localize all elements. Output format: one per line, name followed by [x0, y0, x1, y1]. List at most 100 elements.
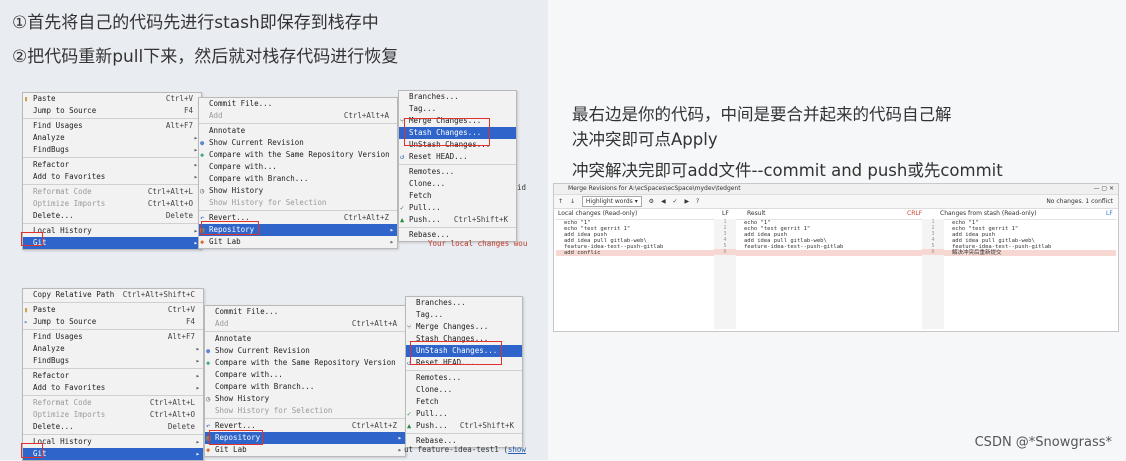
- menu-item[interactable]: ▮ Paste Ctrl+V: [23, 304, 203, 316]
- menu-item[interactable]: ▲ Push... Ctrl+Shift+K: [406, 420, 522, 432]
- menu-item[interactable]: Stash Changes...: [406, 333, 522, 345]
- menu-item[interactable]: Add Ctrl+Alt+A: [199, 110, 397, 122]
- menu-item[interactable]: ◆ Git Lab ▸: [205, 444, 405, 456]
- menu-item[interactable]: Delete... Delete: [23, 210, 201, 222]
- menu-item[interactable]: ▤ Repository ▸: [205, 432, 405, 444]
- menu-item[interactable]: ↶ Revert... Ctrl+Alt+Z: [199, 212, 397, 224]
- menu-item[interactable]: ↺ Reset HEAD...: [406, 357, 522, 369]
- menu-item[interactable]: ▸ Jump to Source F4: [23, 316, 203, 328]
- menu-item[interactable]: Optimize Imports Ctrl+Alt+O: [23, 409, 203, 421]
- menu-item[interactable]: ● Show Current Revision: [205, 345, 405, 357]
- menu-item[interactable]: ↺ Reset HEAD...: [399, 151, 516, 163]
- accept-left-icon[interactable]: ◀: [661, 195, 666, 208]
- menu-item[interactable]: ◆ Git Lab ▸: [199, 236, 397, 248]
- menu-item[interactable]: Annotate: [199, 125, 397, 137]
- menu-item[interactable]: Remotes...: [406, 372, 522, 384]
- menu-item-label: Compare with...: [215, 370, 283, 379]
- menu-item[interactable]: Compare with Branch...: [205, 381, 405, 393]
- menu-item[interactable]: ✓ Pull...: [399, 202, 516, 214]
- menu-item[interactable]: Annotate: [205, 333, 405, 345]
- menu-item[interactable]: Branches...: [406, 297, 522, 309]
- menu-item[interactable]: Analyze ▸: [23, 132, 201, 144]
- menu-item[interactable]: Commit File...: [199, 98, 397, 110]
- right-gutter: 123456: [922, 219, 944, 329]
- prev-diff-icon[interactable]: ↑: [558, 195, 563, 208]
- menu-item[interactable]: Tag...: [406, 309, 522, 321]
- menu-item[interactable]: Clone...: [406, 384, 522, 396]
- menu-item-label: FindBugs: [33, 356, 70, 365]
- menu-item-label: Stash Changes...: [416, 334, 489, 343]
- menu-item-label: Merge Changes...: [409, 116, 482, 125]
- menu-item[interactable]: Analyze ▸: [23, 343, 203, 355]
- merge-title: Merge Revisions for A:\ecSpaces\ecSpace\…: [568, 185, 741, 192]
- menu-item[interactable]: Refactor ▸: [23, 159, 201, 171]
- menu-item[interactable]: Delete... Delete: [23, 421, 203, 433]
- menu-item[interactable]: ● Show Current Revision: [199, 137, 397, 149]
- menu-item[interactable]: Tag...: [399, 103, 516, 115]
- menu-item[interactable]: ◆ Compare with the Same Repository Versio…: [205, 357, 405, 369]
- menu-item[interactable]: Git ▸: [23, 448, 203, 460]
- menu-item[interactable]: Compare with...: [199, 161, 397, 173]
- menu-item[interactable]: Local History ▸: [23, 436, 203, 448]
- menu-item[interactable]: Remotes...: [399, 166, 516, 178]
- menu-item[interactable]: ▮ Paste Ctrl+V: [23, 93, 201, 105]
- menu-item-label: Remotes...: [416, 373, 462, 382]
- help-icon[interactable]: ?: [696, 195, 699, 208]
- menu-item[interactable]: ◷ Show History: [199, 185, 397, 197]
- menu-item[interactable]: Stash Changes...: [399, 127, 516, 139]
- menu-item[interactable]: ⑂ Merge Changes...: [406, 321, 522, 333]
- menu-item[interactable]: UnStash Changes...: [406, 345, 522, 357]
- menu-item[interactable]: Add Ctrl+Alt+A: [205, 318, 405, 330]
- menu-item[interactable]: ✓ Pull...: [406, 408, 522, 420]
- menu-item[interactable]: UnStash Changes...: [399, 139, 516, 151]
- menu-item[interactable]: Show History for Selection: [205, 405, 405, 417]
- center-pane[interactable]: echo "1" echo "test gerrit 1" add idea pus…: [736, 219, 922, 330]
- menu-item-shortcut: Ctrl+Alt+Z: [343, 213, 389, 222]
- menu-item[interactable]: FindBugs ▸: [23, 144, 201, 156]
- menu-item[interactable]: Find Usages Alt+F7: [23, 120, 201, 132]
- revert-icon: ↶: [200, 214, 205, 222]
- menu-item[interactable]: Local History ▸: [23, 225, 201, 237]
- menu-item[interactable]: Add to Favorites ▸: [23, 171, 201, 183]
- menu-item[interactable]: ⑂ Merge Changes...: [399, 115, 516, 127]
- menu-item[interactable]: Commit File...: [205, 306, 405, 318]
- menu-item-label: Optimize Imports: [33, 410, 106, 419]
- menu-item[interactable]: Branches...: [399, 91, 516, 103]
- menu-item[interactable]: ◷ Show History: [205, 393, 405, 405]
- next-diff-icon[interactable]: ↓: [570, 195, 575, 208]
- menu-item[interactable]: ↶ Revert... Ctrl+Alt+Z: [205, 420, 405, 432]
- menu-item-label: Reset HEAD...: [416, 358, 475, 367]
- menu-item-shortcut: Alt+F7: [167, 332, 195, 341]
- menu-item[interactable]: ◆ Compare with the Same Repository Versio…: [199, 149, 397, 161]
- menu-item[interactable]: Copy Relative Path Ctrl+Alt+Shift+C: [23, 289, 203, 301]
- menu-item[interactable]: FindBugs ▸: [23, 355, 203, 367]
- window-controls[interactable]: — ▢ ✕: [1093, 184, 1114, 194]
- menu-item[interactable]: Optimize Imports Ctrl+Alt+O: [23, 198, 201, 210]
- apply-icon[interactable]: ✓: [672, 195, 677, 208]
- menu-item-label: Show Current Revision: [209, 138, 304, 147]
- menu-item[interactable]: ▲ Push... Ctrl+Shift+K: [399, 214, 516, 226]
- settings-icon[interactable]: ⚙: [649, 195, 654, 208]
- menu-item[interactable]: Reformat Code Ctrl+Alt+L: [23, 397, 203, 409]
- show-link[interactable]: show: [508, 445, 526, 454]
- menu-item[interactable]: Show History for Selection: [199, 197, 397, 209]
- menu-item[interactable]: Fetch: [406, 396, 522, 408]
- menu-item[interactable]: Compare with Branch...: [199, 173, 397, 185]
- right-pane-header: Changes from stash (Read-only): [940, 210, 1037, 217]
- accept-right-icon[interactable]: ▶: [684, 195, 689, 208]
- menu-item[interactable]: Compare with...: [205, 369, 405, 381]
- menu-item[interactable]: Add to Favorites ▸: [23, 382, 203, 394]
- menu-item[interactable]: Jump to Source F4: [23, 105, 201, 117]
- menu-item[interactable]: Reformat Code Ctrl+Alt+L: [23, 186, 201, 198]
- menu-item[interactable]: Clone...: [399, 178, 516, 190]
- highlight-words-select[interactable]: Highlight words ▾: [581, 196, 642, 207]
- menu-item[interactable]: Fetch: [399, 190, 516, 202]
- right-pane[interactable]: echo "1" echo "test gerrit 1" add idea pus…: [944, 219, 1116, 330]
- menu-item-label: Repository: [215, 433, 261, 442]
- menu-item[interactable]: Git ▸: [23, 237, 201, 249]
- left-pane[interactable]: echo "1" echo "test gerrit 1" add idea pus…: [556, 219, 714, 330]
- menu-item[interactable]: Refactor ▸: [23, 370, 203, 382]
- menu-item-label: Annotate: [209, 126, 246, 135]
- menu-item[interactable]: ▤ Repository ▸: [199, 224, 397, 236]
- menu-item[interactable]: Find Usages Alt+F7: [23, 331, 203, 343]
